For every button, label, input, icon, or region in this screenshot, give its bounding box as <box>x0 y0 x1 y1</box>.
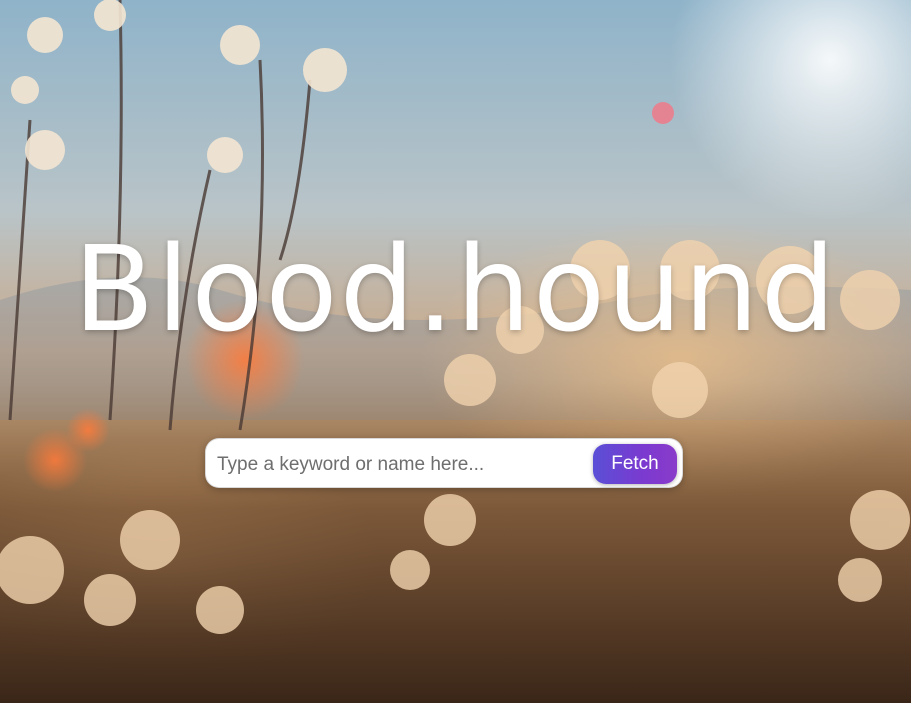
fetch-button[interactable]: Fetch <box>593 444 677 484</box>
search-input[interactable] <box>215 447 589 483</box>
app-title: Blood.hound <box>73 220 838 358</box>
page: Blood.hound Fetch <box>0 0 911 703</box>
search-bar: Fetch <box>205 438 683 488</box>
